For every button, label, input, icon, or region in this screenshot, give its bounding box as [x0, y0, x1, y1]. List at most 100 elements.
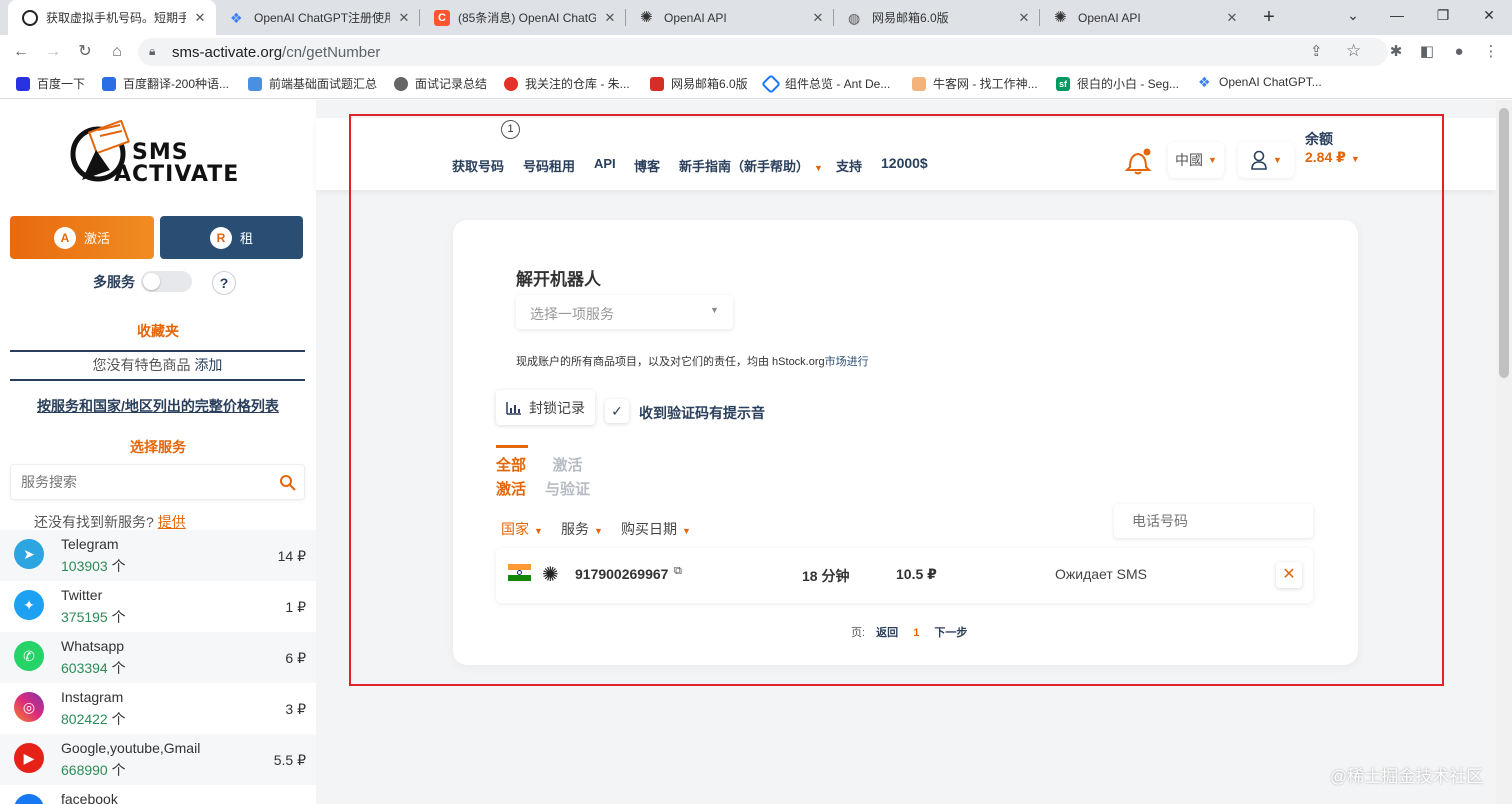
- highlight-box: [349, 114, 1444, 686]
- globe-icon: ◍: [848, 9, 861, 26]
- bookmark-item[interactable]: 网易邮箱6.0版: [650, 75, 748, 92]
- browser-tab[interactable]: ✺ OpenAI API ✕: [626, 0, 834, 35]
- instagram-icon: ◎: [14, 692, 44, 722]
- restore-icon[interactable]: ❐: [1420, 0, 1466, 30]
- reload-icon[interactable]: ↻: [73, 40, 97, 64]
- bookmark-item[interactable]: 我关注的仓库 - 朱...: [504, 75, 630, 92]
- bookmark-star-icon[interactable]: ☆: [1346, 41, 1361, 61]
- search-icon[interactable]: [279, 474, 297, 492]
- rent-button[interactable]: R租: [160, 216, 303, 259]
- url-text: sms-activate.org/cn/getNumber: [172, 44, 380, 61]
- sms-activate-logo[interactable]: SMS ACTIVATE: [70, 120, 250, 195]
- favorites-title: 收藏夹: [137, 323, 179, 339]
- select-service-title: 选择服务: [130, 439, 186, 455]
- twitter-icon: ✦: [14, 590, 44, 620]
- activate-icon: A: [53, 226, 76, 249]
- service-count: 103903: [61, 558, 108, 574]
- bookmark-item[interactable]: sf 很白的小白 - Seg...: [1056, 75, 1179, 92]
- rent-icon: R: [209, 226, 232, 249]
- profile-icon[interactable]: ●: [1447, 40, 1471, 64]
- new-tab-button[interactable]: +: [1257, 5, 1281, 29]
- side-panel-icon[interactable]: ◧: [1415, 40, 1439, 64]
- netease-mail-icon: [650, 76, 664, 91]
- close-icon[interactable]: ✕: [602, 10, 618, 26]
- watermark: @稀土掘金技术社区: [1330, 767, 1484, 786]
- menu-icon[interactable]: ⋮: [1479, 40, 1503, 64]
- bookmark-item[interactable]: 牛客网 - 找工作神...: [912, 75, 1038, 92]
- service-name: facebook: [61, 791, 118, 804]
- extensions-icon[interactable]: ✱: [1384, 40, 1408, 64]
- service-price: 3 ₽: [285, 701, 306, 717]
- document-icon: [248, 76, 262, 91]
- bookmark-item[interactable]: 百度一下: [16, 75, 85, 92]
- tab-title: OpenAI ChatGPT注册使用: [254, 11, 390, 25]
- chatgpt-doc-icon: ❖: [1198, 74, 1211, 90]
- close-icon[interactable]: ✕: [192, 10, 208, 26]
- home-icon[interactable]: ⌂: [105, 40, 129, 64]
- favorites-box: 您没有特色商品 添加: [10, 350, 305, 381]
- browser-tab[interactable]: 获取虚拟手机号码。短期手 ✕: [8, 0, 216, 35]
- browser-tab[interactable]: C (85条消息) OpenAI ChatG ✕: [420, 0, 626, 35]
- nowcoder-icon: [912, 76, 926, 91]
- service-name: Google,youtube,Gmail: [61, 740, 201, 756]
- close-icon[interactable]: ✕: [396, 10, 412, 26]
- service-row[interactable]: ✦ Twitter 375195 个 1 ₽: [0, 581, 316, 632]
- multi-service-label: 多服务: [93, 274, 135, 290]
- csdn-favicon: C: [434, 9, 450, 26]
- service-price: 14 ₽: [277, 548, 306, 564]
- browser-tab[interactable]: ❖ OpenAI ChatGPT注册使用 ✕: [216, 0, 420, 35]
- chatgpt-doc-favicon: ❖: [230, 9, 243, 26]
- provide-link[interactable]: 提供: [158, 514, 186, 530]
- service-row[interactable]: ➤ Telegram 103903 个 14 ₽: [0, 530, 316, 581]
- segmentfault-icon: sf: [1056, 76, 1070, 91]
- facebook-icon: f: [14, 794, 44, 804]
- browser-tab[interactable]: ◍ 网易邮箱6.0版 ✕: [834, 0, 1040, 35]
- tab-search-icon[interactable]: ⌄: [1330, 0, 1376, 30]
- service-name: Instagram: [61, 689, 124, 705]
- service-row[interactable]: ▶ Google,youtube,Gmail 668990 个 5.5 ₽: [0, 734, 316, 785]
- youtube-icon: ▶: [14, 743, 44, 773]
- browser-tab[interactable]: ✺ OpenAI API ✕: [1040, 0, 1248, 35]
- add-favorite-link[interactable]: 添加: [194, 357, 222, 373]
- window-close-icon[interactable]: ✕: [1466, 0, 1512, 30]
- price-list-link[interactable]: 按服务和国家/地区列出的完整价格列表: [0, 396, 316, 416]
- bookmarks-bar: 百度一下 百度翻译-200种语... 前端基础面试题汇总 面试记录总结 我关注的…: [0, 69, 1512, 99]
- telegram-icon: ➤: [14, 539, 44, 569]
- close-icon[interactable]: ✕: [1224, 10, 1240, 26]
- gitee-icon: [504, 76, 518, 91]
- back-icon[interactable]: ←: [9, 40, 33, 64]
- bookmark-item[interactable]: 面试记录总结: [394, 75, 487, 92]
- bookmark-item[interactable]: 组件总览 - Ant De...: [761, 73, 890, 94]
- bookmark-item[interactable]: 百度翻译-200种语...: [102, 75, 229, 92]
- service-row[interactable]: ◎ Instagram 802422 个 3 ₽: [0, 683, 316, 734]
- address-bar[interactable]: 🔒︎ sms-activate.org/cn/getNumber ⇪ ☆: [138, 38, 1388, 66]
- browser-tab-strip: 获取虚拟手机号码。短期手 ✕ ❖ OpenAI ChatGPT注册使用 ✕ C …: [0, 0, 1512, 35]
- tab-title: (85条消息) OpenAI ChatG: [458, 11, 596, 25]
- service-row[interactable]: f facebook: [0, 785, 316, 804]
- multi-service-toggle[interactable]: [141, 271, 192, 292]
- lock-icon[interactable]: 🔒︎: [149, 44, 155, 59]
- bookmark-item[interactable]: ❖ OpenAI ChatGPT...: [1198, 75, 1322, 89]
- share-icon[interactable]: ⇪: [1310, 42, 1323, 60]
- service-name: Whatsapp: [61, 638, 125, 654]
- close-icon[interactable]: ✕: [810, 10, 826, 26]
- service-name: Twitter: [61, 587, 103, 603]
- minimize-icon[interactable]: —: [1374, 0, 1420, 30]
- ant-design-icon: [761, 73, 781, 94]
- help-button[interactable]: ?: [212, 271, 236, 295]
- forward-icon[interactable]: →: [41, 40, 65, 64]
- close-icon[interactable]: ✕: [1016, 10, 1032, 26]
- whatsapp-icon: ✆: [14, 641, 44, 671]
- tab-title: 网易邮箱6.0版: [872, 11, 949, 25]
- service-price: 1 ₽: [285, 599, 306, 615]
- service-price: 5.5 ₽: [273, 752, 306, 768]
- activate-button[interactable]: A 激活: [10, 216, 154, 259]
- scrollbar-thumb[interactable]: [1499, 108, 1509, 378]
- url-path: /cn/getNumber: [282, 44, 381, 61]
- service-row[interactable]: ✆ Whatsapp 603394 个 6 ₽: [0, 632, 316, 683]
- service-count: 375195: [61, 609, 108, 625]
- service-price: 6 ₽: [285, 650, 306, 666]
- url-host: sms-activate.org: [172, 44, 283, 61]
- service-search-input[interactable]: [21, 471, 271, 493]
- bookmark-item[interactable]: 前端基础面试题汇总: [248, 75, 377, 92]
